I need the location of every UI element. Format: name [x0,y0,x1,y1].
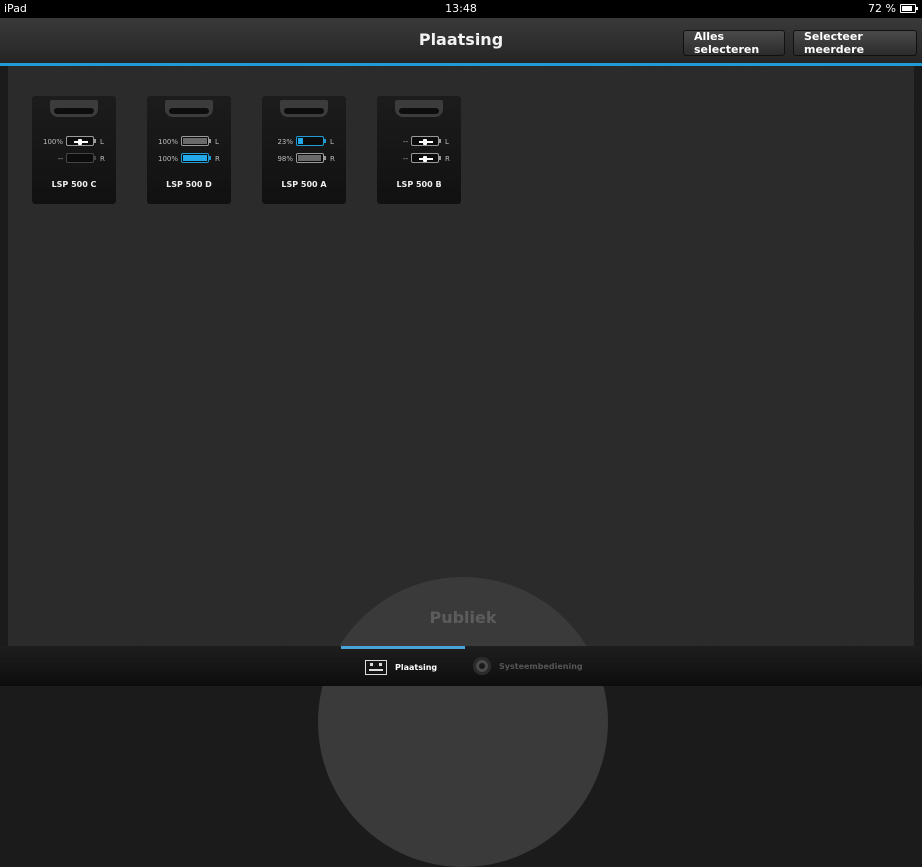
channel-percent: -- [57,155,63,163]
channel-left: 100% L [147,136,231,148]
tab-bar: Plaatsing Systeembediening [0,646,922,686]
channel-percent: 100% [157,155,178,163]
battery-empty-icon [66,153,96,163]
tab-label: Systeembediening [499,661,583,671]
channel-right: 100% R [147,153,231,165]
device-name: LSP 500 D [166,180,212,189]
audience-label: Publiek [429,608,497,627]
plug-icon [66,136,96,146]
channel-side: R [100,155,105,163]
battery-full-icon [181,136,211,146]
device-tile[interactable]: 23% L 98% R LSP 500 A [262,96,346,204]
tab-systeembediening[interactable]: Systeembediening [473,646,583,686]
channel-side: L [330,138,334,146]
battery-charging-icon [181,153,211,163]
battery-low-charging-icon [296,136,326,146]
device-tile[interactable]: 100% L -- R LSP 500 C [32,96,116,204]
device-name: LSP 500 A [281,180,327,189]
device-handle-icon [165,100,213,117]
channel-side: L [100,138,104,146]
device-tile[interactable]: 100% L 100% R LSP 500 D [147,96,231,204]
plug-icon [411,153,441,163]
device-name: LSP 500 B [396,180,442,189]
device-handle-icon [50,100,98,117]
device-handle-icon [395,100,443,117]
device-name: LSP 500 C [51,180,97,189]
channel-percent: 100% [42,138,63,146]
channel-percent: 100% [157,138,178,146]
gear-icon [473,657,491,675]
channel-percent: 98% [277,155,293,163]
title-bar: Plaatsing Alles selecteren Selecteer mee… [0,18,922,63]
status-battery: 72 % [868,2,918,15]
channel-side: R [330,155,335,163]
plug-icon [411,136,441,146]
channel-percent: -- [402,155,408,163]
status-time: 13:48 [445,2,477,15]
channel-side: L [445,138,449,146]
channel-side: R [215,155,220,163]
channel-side: L [215,138,219,146]
battery-percent: 72 % [868,2,896,15]
channel-right: -- R [377,153,461,165]
device-tile[interactable]: -- L -- R LSP 500 B [377,96,461,204]
channel-side: R [445,155,450,163]
channel-right: -- R [32,153,116,165]
channel-left: 100% L [32,136,116,148]
channel-percent: -- [402,138,408,146]
battery-icon [900,4,918,13]
placement-icon [365,660,387,675]
channel-left: -- L [377,136,461,148]
select-all-button[interactable]: Alles selecteren [683,30,785,56]
device-handle-icon [280,100,328,117]
select-multiple-button[interactable]: Selecteer meerdere [793,30,917,56]
tab-plaatsing[interactable]: Plaatsing [341,646,465,686]
placement-canvas[interactable]: 100% L -- R LSP 500 C 100% L 100% R LSP … [8,66,914,646]
channel-left: 23% L [262,136,346,148]
channel-percent: 23% [277,138,293,146]
status-bar: iPad 13:48 72 % [0,0,922,18]
tab-label: Plaatsing [395,663,438,672]
channel-right: 98% R [262,153,346,165]
battery-full-icon [296,153,326,163]
